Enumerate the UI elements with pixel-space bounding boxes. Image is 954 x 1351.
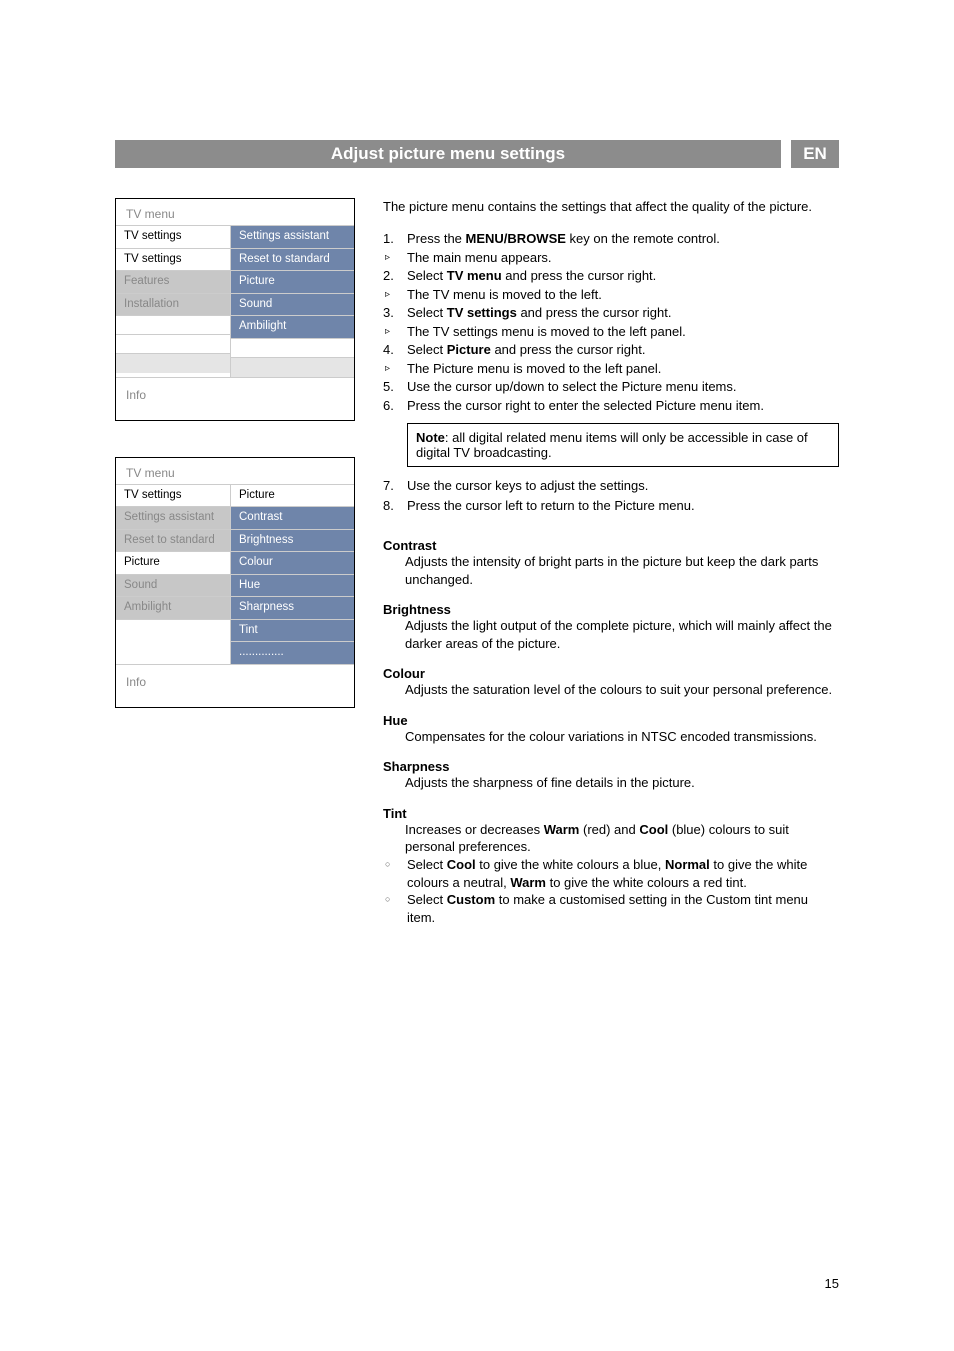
menu1-l-item-0[interactable]: TV settings [116, 249, 230, 272]
menu1-l-blank-1 [116, 335, 230, 354]
step-1-sub: ▹The main menu appears. [383, 249, 839, 267]
menu2-r-item-2[interactable]: Colour [231, 552, 354, 575]
step-7: 7.Use the cursor keys to adjust the sett… [383, 477, 839, 495]
menubox2-title: TV menu [116, 458, 354, 484]
menu2-r-item-1[interactable]: Brightness [231, 530, 354, 553]
tv-menu-box-2: TV menu TV settings Settings assistant R… [115, 457, 355, 708]
menu2-l-item-2[interactable]: Picture [116, 552, 230, 575]
menu2-info: Info [116, 664, 354, 707]
menu2-l-item-4[interactable]: Ambilight [116, 597, 230, 620]
step-2: 2.Select TV menu and press the cursor ri… [383, 267, 839, 285]
menu2-r-heading[interactable]: Picture [231, 485, 354, 508]
menu1-r-item-0[interactable]: Settings assistant [231, 226, 354, 249]
menu1-info: Info [116, 377, 354, 420]
section-contrast: Contrast Adjusts the intensity of bright… [383, 538, 839, 588]
step-4: 4.Select Picture and press the cursor ri… [383, 341, 839, 359]
triangle-icon: ▹ [385, 325, 390, 339]
step-6: 6.Press the cursor right to enter the se… [383, 397, 839, 415]
step-2-sub: ▹The TV menu is moved to the left. [383, 286, 839, 304]
menubox1-title: TV menu [116, 199, 354, 225]
menu1-r-item-3[interactable]: Sound [231, 294, 354, 317]
step-1: 1.Press the MENU/BROWSE key on the remot… [383, 230, 839, 248]
menu2-r-item-4[interactable]: Sharpness [231, 597, 354, 620]
step-3-sub: ▹The TV settings menu is moved to the le… [383, 323, 839, 341]
section-sharpness: Sharpness Adjusts the sharpness of fine … [383, 759, 839, 792]
intro-text: The picture menu contains the settings t… [383, 198, 839, 216]
menu2-r-item-5[interactable]: Tint [231, 620, 354, 643]
note-box: Note: all digital related menu items wil… [407, 423, 839, 467]
step-3: 3.Select TV settings and press the curso… [383, 304, 839, 322]
triangle-icon: ▹ [385, 288, 390, 302]
menu2-l-item-3[interactable]: Sound [116, 575, 230, 598]
tint-bullet-1: Select Cool to give the white colours a … [383, 856, 839, 891]
menu1-l-blank-0 [116, 316, 230, 335]
instructions-column: The picture menu contains the settings t… [383, 198, 839, 926]
section-brightness: Brightness Adjusts the light output of t… [383, 602, 839, 652]
menu2-l-heading[interactable]: TV settings [116, 485, 230, 508]
step-5: 5.Use the cursor up/down to select the P… [383, 378, 839, 396]
menu1-r-blank-0 [231, 339, 354, 358]
menu1-r-item-1[interactable]: Reset to standard [231, 249, 354, 272]
menu2-r-item-0[interactable]: Contrast [231, 507, 354, 530]
language-badge: EN [791, 140, 839, 168]
page-title: Adjust picture menu settings [115, 140, 781, 168]
section-colour: Colour Adjusts the saturation level of t… [383, 666, 839, 699]
menu2-l-item-0[interactable]: Settings assistant [116, 507, 230, 530]
header-row: Adjust picture menu settings EN [115, 140, 839, 168]
triangle-icon: ▹ [385, 251, 390, 265]
menu2-l-item-1[interactable]: Reset to standard [116, 530, 230, 553]
menu1-r-blank-1 [231, 358, 354, 377]
triangle-icon: ▹ [385, 362, 390, 376]
section-tint: Tint Increases or decreases Warm (red) a… [383, 806, 839, 926]
menu2-r-item-6[interactable]: .............. [231, 642, 354, 664]
section-hue: Hue Compensates for the colour variation… [383, 713, 839, 746]
step-4-sub: ▹The Picture menu is moved to the left p… [383, 360, 839, 378]
menu1-r-item-2[interactable]: Picture [231, 271, 354, 294]
tv-menu-box-1: TV menu TV settings TV settings Features… [115, 198, 355, 421]
step-8: 8.Press the cursor left to return to the… [383, 497, 839, 515]
menu2-r-item-3[interactable]: Hue [231, 575, 354, 598]
menu2-l-blank-0 [116, 620, 230, 639]
menu1-l-item-1[interactable]: Features [116, 271, 230, 294]
menu1-l-blank-2 [116, 354, 230, 373]
menu1-l-item-2[interactable]: Installation [116, 294, 230, 317]
menu1-l-heading[interactable]: TV settings [116, 226, 230, 249]
page-number: 15 [825, 1276, 839, 1291]
menu1-r-item-4[interactable]: Ambilight [231, 316, 354, 339]
tint-bullet-2: Select Custom to make a customised setti… [383, 891, 839, 926]
